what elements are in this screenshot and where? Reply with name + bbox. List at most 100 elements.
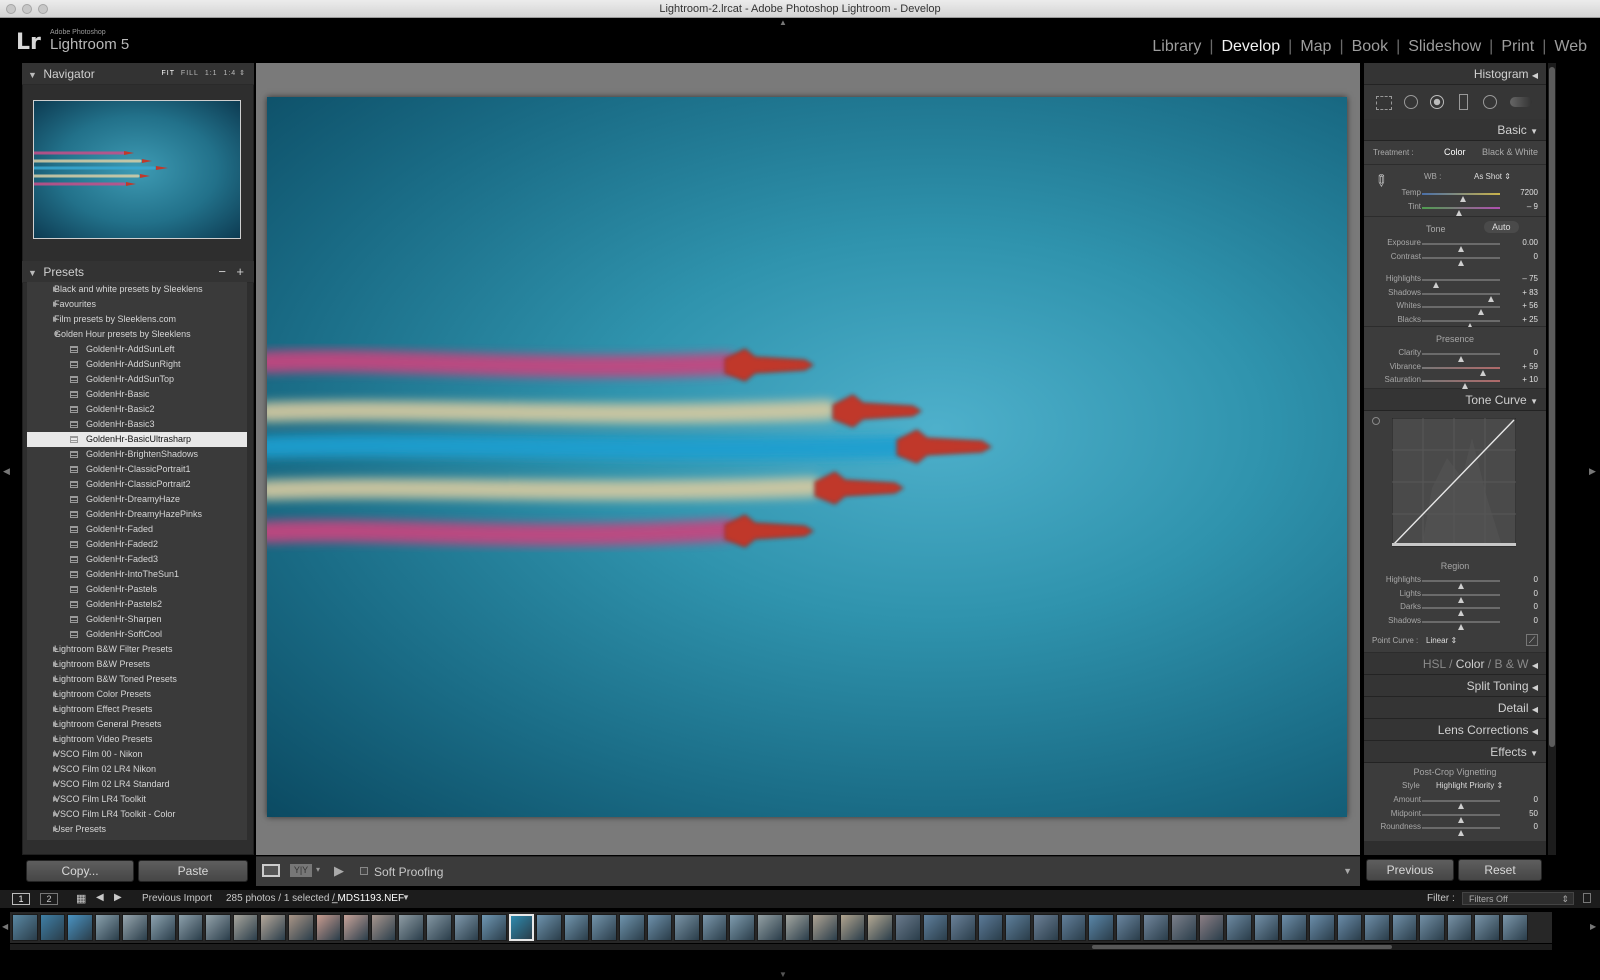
slider-knob[interactable] xyxy=(1458,259,1464,266)
filmstrip-thumbnail[interactable] xyxy=(895,914,921,941)
radial-filter-icon[interactable] xyxy=(1483,95,1497,109)
filmstrip-thumbnail[interactable] xyxy=(1253,914,1280,941)
slider-track[interactable] xyxy=(1422,292,1500,302)
presets-header[interactable]: ▼ Presets − + xyxy=(22,261,254,283)
filmstrip-thumbnail[interactable] xyxy=(701,914,728,941)
filmstrip-thumbnail[interactable] xyxy=(922,914,949,941)
filmstrip-thumbnail[interactable] xyxy=(674,914,700,941)
slider-track[interactable] xyxy=(1422,620,1500,630)
slider-knob[interactable] xyxy=(1458,830,1464,836)
preset-item[interactable]: GoldenHr-Faded2 xyxy=(27,537,247,552)
slider-track[interactable] xyxy=(1422,279,1500,288)
preset-item[interactable]: GoldenHr-Basic2 xyxy=(27,402,247,417)
histogram-header[interactable]: Histogram ◀ xyxy=(1364,63,1546,85)
top-panel-toggle-icon[interactable]: ▲ xyxy=(779,18,787,27)
preset-item[interactable]: GoldenHr-Basic3 xyxy=(27,417,247,432)
slider-track[interactable] xyxy=(1422,193,1500,202)
toolbar-menu-chevron-icon[interactable]: ▼ xyxy=(1343,866,1352,876)
filmstrip-thumbnail[interactable] xyxy=(646,914,673,941)
preset-item[interactable]: GoldenHr-Faded3 xyxy=(27,552,247,567)
before-after-view-icon[interactable]: Y|Y xyxy=(290,864,312,877)
module-book[interactable]: Book xyxy=(1344,38,1396,56)
preset-folder[interactable]: ▶ VSCO Film LR4 Toolkit xyxy=(27,792,247,807)
module-print[interactable]: Print xyxy=(1493,38,1542,56)
slideshow-play-icon[interactable]: ▶ xyxy=(334,863,344,879)
folder-collapsed-icon[interactable]: ▶ xyxy=(53,297,58,312)
filmstrip-thumbnail[interactable] xyxy=(563,914,590,941)
filmstrip-thumbnail[interactable] xyxy=(1281,914,1307,941)
preset-folder[interactable]: ▶ VSCO Film LR4 Toolkit - Color xyxy=(27,807,247,822)
adjustment-brush-icon[interactable] xyxy=(1510,97,1532,107)
filmstrip-thumbnail[interactable] xyxy=(453,914,480,941)
preset-item[interactable]: GoldenHr-Basic xyxy=(27,387,247,402)
module-map[interactable]: Map xyxy=(1292,38,1339,56)
previous-button[interactable]: Previous xyxy=(1366,859,1454,881)
filmstrip-thumbnail[interactable] xyxy=(812,914,838,941)
preset-item[interactable]: GoldenHr-BasicUltrasharp xyxy=(27,432,247,447)
filmstrip-thumbnail[interactable] xyxy=(536,914,562,941)
point-curve-edit-icon[interactable]: ⟋ xyxy=(1526,634,1538,646)
filmstrip-thumbnail[interactable] xyxy=(205,914,231,941)
folder-collapsed-icon[interactable]: ▶ xyxy=(53,747,58,762)
filmstrip-thumbnail[interactable] xyxy=(757,914,783,941)
lens-corrections-header[interactable]: Lens Corrections ◀ xyxy=(1364,719,1546,741)
preset-item[interactable]: GoldenHr-Sharpen xyxy=(27,612,247,627)
slider-value[interactable]: 0 xyxy=(1534,348,1538,357)
filmstrip-thumbnail[interactable] xyxy=(122,914,148,941)
treatment-bw-option[interactable]: Black & White xyxy=(1482,147,1538,157)
filmstrip-thumbnail[interactable] xyxy=(287,914,314,941)
hsl-tab[interactable]: HSL xyxy=(1423,657,1446,671)
preset-folder[interactable]: ▼ Golden Hour presets by Sleeklens xyxy=(27,327,247,342)
folder-collapsed-icon[interactable]: ▶ xyxy=(53,672,58,687)
filmstrip-thumbnail[interactable] xyxy=(315,914,342,941)
filter-select[interactable]: Filters Off ⇕ xyxy=(1462,892,1574,905)
filmstrip-thumbnail[interactable] xyxy=(1336,914,1363,941)
remove-preset-icon[interactable]: − xyxy=(218,261,226,283)
preset-item[interactable]: GoldenHr-ClassicPortrait2 xyxy=(27,477,247,492)
filmstrip-thumbnail[interactable] xyxy=(149,914,176,941)
loupe-view-icon[interactable] xyxy=(262,864,280,877)
zoom-1-4[interactable]: 1:4 xyxy=(223,70,236,77)
module-web[interactable]: Web xyxy=(1546,38,1595,56)
slider-track[interactable] xyxy=(1422,243,1500,252)
filmstrip-thumbnail[interactable] xyxy=(177,914,204,941)
slider-knob[interactable] xyxy=(1461,383,1468,389)
preset-folder[interactable]: ▶ Film presets by Sleeklens.com xyxy=(27,312,247,327)
folder-collapsed-icon[interactable]: ▶ xyxy=(53,732,58,747)
close-window-button[interactable] xyxy=(6,4,16,14)
filmstrip-thumbnail[interactable] xyxy=(370,914,397,941)
filmstrip-thumbnail[interactable] xyxy=(591,914,618,941)
slider-value[interactable]: 0 xyxy=(1534,602,1538,611)
slider-track[interactable] xyxy=(1422,800,1500,809)
grid-view-icon[interactable]: ▦ xyxy=(76,892,86,905)
graduated-filter-icon[interactable] xyxy=(1459,94,1468,110)
filmstrip-thumbnail[interactable] xyxy=(1088,914,1114,941)
slider-value[interactable]: 7200 xyxy=(1520,188,1538,197)
folder-collapsed-icon[interactable]: ▶ xyxy=(53,657,58,672)
folder-collapsed-icon[interactable]: ▶ xyxy=(53,312,58,327)
preset-folder[interactable]: ▶ Lightroom B&W Filter Presets xyxy=(27,642,247,657)
preset-folder[interactable]: ▶ User Presets xyxy=(27,822,247,837)
red-eye-icon[interactable] xyxy=(1430,95,1444,109)
slider-value[interactable]: – 9 xyxy=(1527,202,1538,211)
filmstrip-thumbnail[interactable] xyxy=(1391,914,1418,941)
slider-value[interactable]: 0.00 xyxy=(1522,238,1538,247)
wb-select[interactable]: As Shot ⇕ xyxy=(1474,172,1511,181)
navigator-header[interactable]: ▼ Navigator FIT FILL 1:1 1:4 ⇕ xyxy=(22,63,254,85)
slider-track[interactable] xyxy=(1422,206,1500,216)
filmstrip-scroll-right-icon[interactable]: ▶ xyxy=(1590,922,1596,931)
tone-auto-button[interactable]: Auto xyxy=(1484,221,1519,233)
tone-curve-header[interactable]: Tone Curve ▼ xyxy=(1364,389,1546,411)
filmstrip-thumbnail[interactable] xyxy=(1060,914,1087,941)
preset-item[interactable]: GoldenHr-AddSunRight xyxy=(27,357,247,372)
preset-folder[interactable]: ▶ Lightroom B&W Toned Presets xyxy=(27,672,247,687)
bw-tab[interactable]: B & W xyxy=(1494,657,1528,671)
folder-collapsed-icon[interactable]: ▶ xyxy=(53,702,58,717)
right-panel-toggle-icon[interactable]: ▶ xyxy=(1589,466,1596,477)
preset-item[interactable]: GoldenHr-Pastels2 xyxy=(27,597,247,612)
selected-filename[interactable]: _MDS1193.NEF xyxy=(332,893,404,904)
slider-value[interactable]: 0 xyxy=(1534,589,1538,598)
slider-value[interactable]: 0 xyxy=(1534,822,1538,831)
preset-item[interactable]: GoldenHr-AddSunTop xyxy=(27,372,247,387)
filmstrip-thumbnail[interactable] xyxy=(343,914,369,941)
